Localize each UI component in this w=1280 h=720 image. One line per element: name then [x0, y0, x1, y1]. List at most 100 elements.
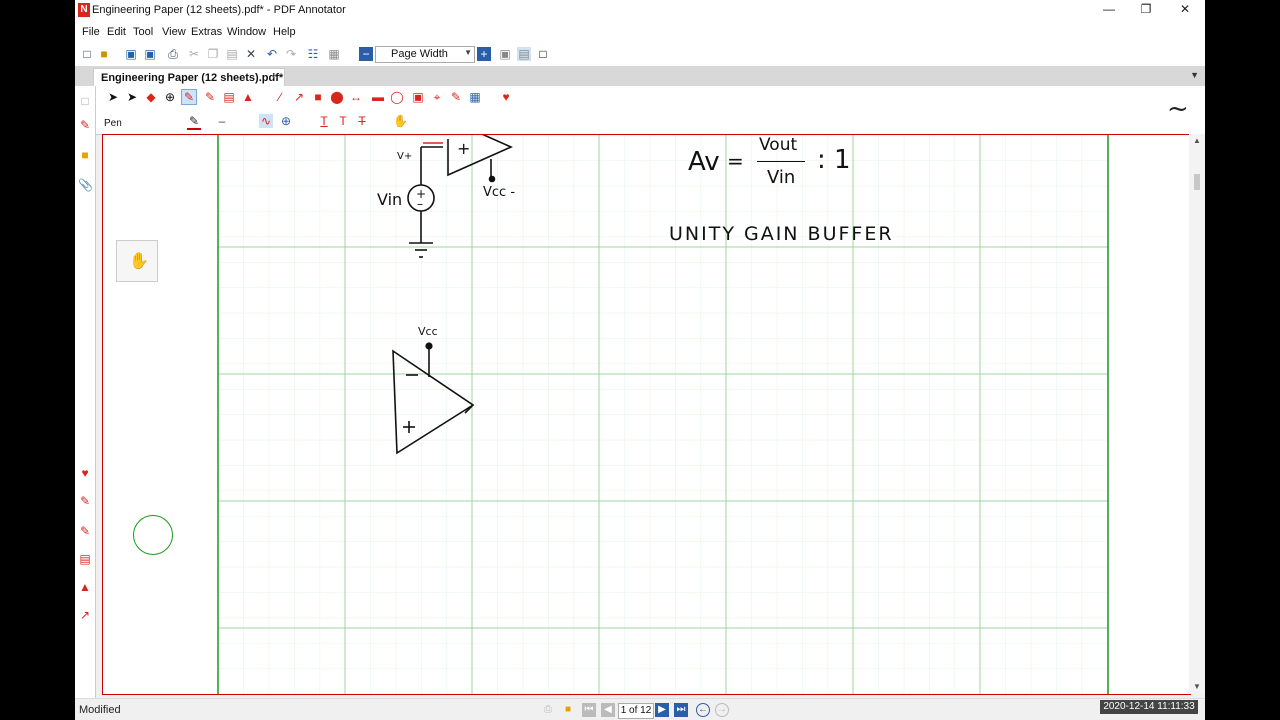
attachment-icon[interactable]: 📎	[78, 178, 93, 192]
delete-icon[interactable]: ✕	[244, 47, 258, 61]
formula-denominator: Vin	[767, 167, 796, 188]
engineering-paper-page	[217, 135, 1109, 694]
previous-page-icon[interactable]: ◀	[601, 703, 615, 717]
sidebar-pen-icon[interactable]: ✎	[78, 118, 92, 132]
sidebar-heart-icon[interactable]: ♥	[78, 466, 92, 480]
new-document-icon[interactable]: □	[80, 47, 94, 61]
menu-window[interactable]: Window	[227, 26, 266, 38]
find-icon[interactable]: ☷	[306, 47, 320, 61]
sidebar-highlighter-icon[interactable]: ✎	[78, 494, 92, 508]
save-icon[interactable]: ▣	[124, 47, 138, 61]
camera-icon[interactable]: ▣	[411, 90, 425, 104]
back-icon[interactable]: ←	[696, 703, 710, 717]
marker-icon[interactable]: ✎	[449, 90, 463, 104]
undo-icon[interactable]: ↶	[265, 47, 279, 61]
source-minus: –	[417, 197, 423, 211]
app-window: N Engineering Paper (12 sheets).pdf* - P…	[75, 0, 1205, 720]
maximize-button[interactable]: ❐	[1128, 0, 1164, 20]
zoom-select[interactable]: Page Width ▼	[375, 46, 475, 63]
line-icon[interactable]: ∕	[273, 90, 287, 104]
next-page-icon[interactable]: ▶	[655, 703, 669, 717]
eraser-icon[interactable]: ◆	[144, 90, 158, 104]
scroll-thumb[interactable]	[1194, 174, 1200, 190]
formula-numerator: Vout	[759, 135, 798, 155]
vplus-label: V+	[397, 151, 413, 162]
document-canvas[interactable]: + V+ Vin + – Vcc - Vcc Av = Vout Vin : 1…	[102, 134, 1191, 695]
vertical-scrollbar[interactable]: ▲ ▼	[1189, 134, 1205, 694]
ellipse-icon[interactable]: ⬤	[330, 90, 344, 104]
app-logo-icon: N	[78, 3, 90, 17]
save-all-icon[interactable]: ▣	[143, 47, 157, 61]
continuous-page-icon[interactable]: ▤	[517, 47, 531, 61]
dimension-icon[interactable]: ↔	[349, 90, 363, 104]
cut-icon[interactable]: ✂	[187, 47, 201, 61]
plus-sign-upper: +	[457, 139, 471, 158]
zoom-out-icon[interactable]: −	[359, 47, 373, 61]
first-page-icon[interactable]: ⏮	[582, 703, 596, 717]
minimize-button[interactable]: —	[1091, 0, 1127, 20]
fraction-bar	[757, 161, 805, 162]
main-toolbar: □ ■ ▣ ▣ ⎙ ✂ ❐ ▤ ✕ ↶ ↷ ☷ ▦ − Page Width ▼…	[75, 42, 1205, 67]
tab-list-chevron-icon[interactable]: ▼	[1190, 70, 1199, 80]
favorites-heart-icon[interactable]: ♥	[499, 90, 513, 104]
sidebar-folder-icon[interactable]: ■	[78, 148, 92, 162]
sidebar-seal-icon[interactable]: ▲	[78, 580, 92, 594]
crop-icon[interactable]: ⌖	[430, 90, 444, 104]
menu-extras[interactable]: Extras	[191, 26, 222, 38]
line-style-icon[interactable]: –	[215, 114, 229, 128]
redo-icon[interactable]: ↷	[284, 47, 298, 61]
menu-edit[interactable]: Edit	[107, 26, 126, 38]
menu-tool[interactable]: Tool	[133, 26, 153, 38]
print-preview-icon[interactable]: ⎙	[541, 703, 555, 717]
copy-icon[interactable]: ❐	[206, 47, 220, 61]
text-box-icon[interactable]: ▤	[222, 90, 236, 104]
sidebar-arrow-icon[interactable]: ↗	[78, 608, 92, 622]
eraser-tool-icon[interactable]: ▬	[371, 90, 385, 104]
squiggly-text-icon[interactable]: T	[336, 114, 350, 128]
strikeout-text-icon[interactable]: T	[355, 114, 369, 128]
tab-close-icon[interactable]: ×	[272, 71, 278, 82]
snap-icon[interactable]: ⊕	[279, 114, 293, 128]
page-indicator[interactable]: 1 of 12	[618, 703, 654, 719]
forward-icon[interactable]: →	[715, 703, 729, 717]
highlighter-icon[interactable]: ✎	[203, 90, 217, 104]
menu-view[interactable]: View	[162, 26, 186, 38]
zoom-tool-icon[interactable]: ⊕	[163, 90, 177, 104]
sidebar-marker-icon[interactable]: ✎	[78, 524, 92, 538]
open-folder-icon[interactable]: ■	[97, 47, 111, 61]
pen-tool-icon[interactable]: ✎	[181, 89, 197, 105]
smooth-stroke-icon[interactable]: ∿	[259, 114, 273, 128]
print-icon[interactable]: ⎙	[166, 47, 180, 61]
menu-help[interactable]: Help	[273, 26, 296, 38]
hand-cursor-marker: ✋	[116, 240, 158, 282]
scroll-up-icon[interactable]: ▲	[1193, 136, 1201, 145]
menu-file[interactable]: File	[82, 26, 100, 38]
pen-color-icon[interactable]: ✎	[187, 114, 201, 130]
rectangle-icon[interactable]: ■	[311, 90, 325, 104]
underline-text-icon[interactable]: T	[317, 114, 331, 128]
scroll-down-icon[interactable]: ▼	[1193, 682, 1201, 691]
last-page-icon[interactable]: ⏭	[674, 703, 688, 717]
stamp-icon[interactable]: ▲	[241, 90, 255, 104]
single-page-icon[interactable]: ▣	[498, 47, 512, 61]
close-button[interactable]: ✕	[1167, 0, 1203, 20]
chevron-down-icon: ▼	[464, 48, 472, 57]
paste-icon[interactable]: ▤	[225, 47, 239, 61]
select-arrow-icon[interactable]: ➤	[106, 90, 120, 104]
image-icon[interactable]: ▦	[468, 90, 482, 104]
tilde-icon[interactable]: ~	[1167, 94, 1189, 124]
zoom-in-icon[interactable]: +	[477, 47, 491, 61]
formula-av: Av	[688, 147, 720, 177]
folder-nav-icon[interactable]: ■	[561, 703, 575, 717]
page-tools-icon[interactable]: ▦	[327, 47, 341, 61]
select-text-icon[interactable]: ➤	[125, 90, 139, 104]
lasso-icon[interactable]: ◯	[390, 90, 404, 104]
arrow-icon[interactable]: ↗	[292, 90, 306, 104]
fullscreen-icon[interactable]: □	[536, 47, 550, 61]
sidebar-stamp-icon[interactable]: ▤	[78, 552, 92, 566]
page-icon[interactable]: □	[78, 94, 92, 108]
hand-wave-icon[interactable]: ✋	[393, 114, 408, 128]
status-bar: Modified ⎙ ■ ⏮ ◀ 1 of 12 ▶ ⏭ ← →	[75, 698, 1205, 720]
window-title: Engineering Paper (12 sheets).pdf* - PDF…	[92, 4, 346, 16]
document-tab[interactable]: Engineering Paper (12 sheets).pdf* ×	[93, 68, 285, 87]
